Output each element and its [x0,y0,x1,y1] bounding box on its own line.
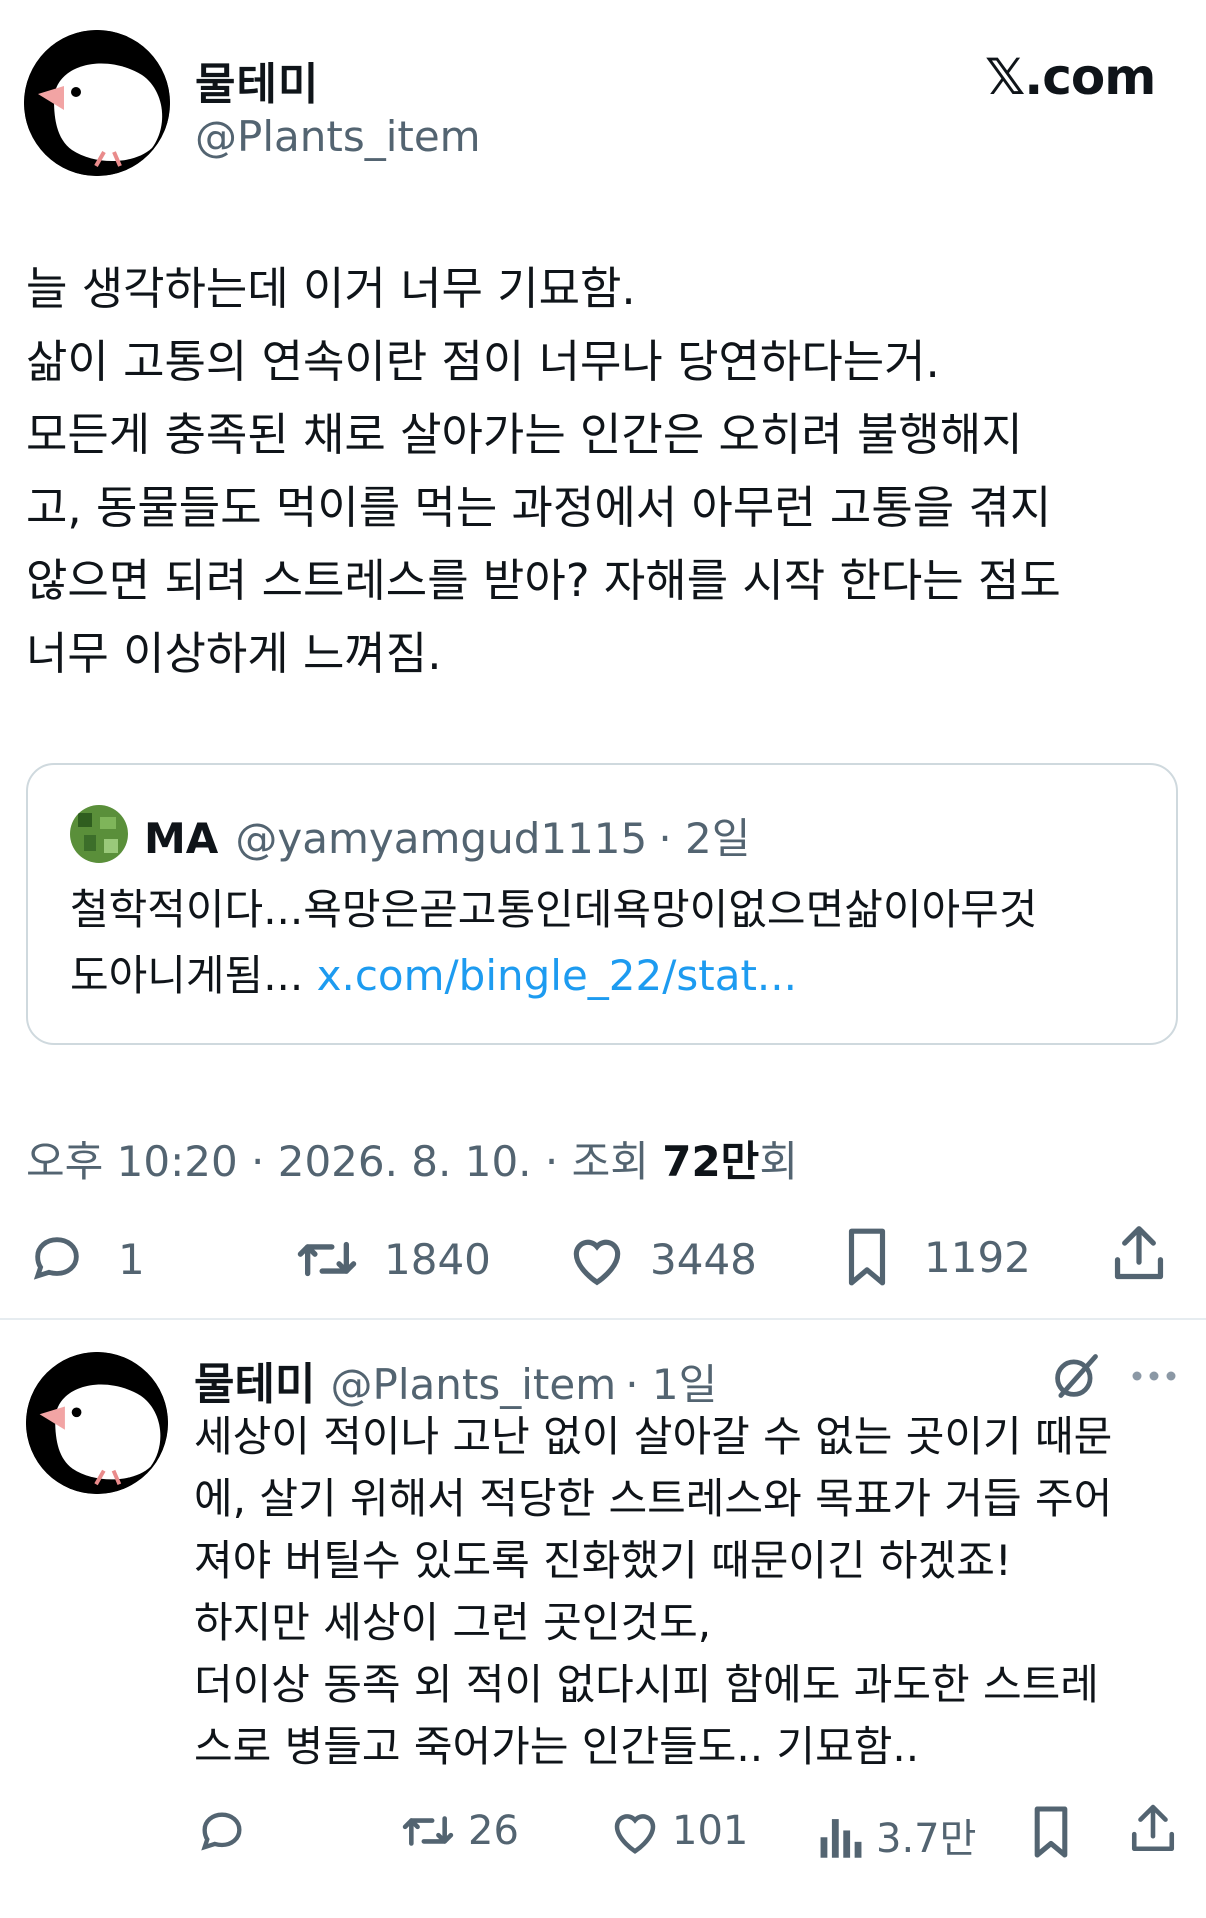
section-divider [0,1318,1206,1320]
reply-like-button[interactable]: 101 [608,1806,748,1856]
reply-count: 1 [118,1234,145,1284]
view-count: 72만 [662,1137,760,1186]
quote-time: · 2일 [658,814,751,863]
reply-text: 세상이 적이나 고난 없이 살아갈 수 없는 곳이기 때문 에, 살기 위해서 … [194,1412,1113,1771]
x-com-brand: 𝕏.com [985,48,1156,106]
reply-like-count: 101 [672,1808,749,1854]
tweet-text: 늘 생각하는데 이거 너무 기묘함. 삶이 고통의 연속이란 점이 너무나 당연… [26,262,1061,680]
reply-time: · 1일 [625,1360,718,1409]
reply-retweet-button[interactable]: 26 [398,1806,519,1856]
quote-author-name[interactable]: MA [144,814,218,863]
bookmark-icon [1034,1806,1068,1858]
reply-author-name[interactable]: 물테미 [194,1359,315,1410]
share-button[interactable] [1110,1224,1168,1286]
bookmark-count: 1192 [924,1232,1031,1282]
share-icon [1131,1804,1175,1852]
reply-author-handle[interactable]: @Plants_item [331,1360,617,1409]
reply-reply-button[interactable] [196,1806,248,1858]
view-suffix: 회 [759,1137,798,1186]
like-button[interactable]: 3448 [566,1230,757,1288]
author-name[interactable]: 물테미 [195,48,319,112]
speech-bubble-icon [201,1812,242,1851]
timestamp-text: 오후 10:20 · 2026. 8. 10. · 조회 [26,1137,663,1186]
author-avatar[interactable] [24,30,170,176]
reply-retweet-count: 26 [468,1808,519,1854]
like-count: 3448 [650,1234,757,1284]
grok-slash-icon[interactable] [1050,1350,1102,1406]
quoted-tweet-card[interactable]: MA @yamyamgud1115 · 2일 철학적이다...욕망은곧고통인데욕… [26,763,1178,1045]
reply-views-button[interactable]: 3.7만 [818,1806,976,1864]
retweet-icon [402,1816,454,1846]
speech-bubble-icon [33,1237,79,1280]
heart-icon [573,1239,621,1286]
reply-author-avatar[interactable] [26,1352,168,1494]
quote-text: 철학적이다...욕망은곧고통인데욕망이없으면삶이아무것 도아니게됨... x.c… [70,877,1150,1009]
reply-bookmark-button[interactable] [1028,1804,1074,1860]
reply-button[interactable]: 1 [28,1230,145,1288]
heart-icon [614,1814,656,1854]
retweet-count: 1840 [384,1234,491,1284]
reply-share-button[interactable] [1128,1802,1178,1858]
more-dots-icon[interactable] [1130,1368,1178,1387]
bookmark-icon [848,1228,886,1286]
tweet-timestamp[interactable]: 오후 10:20 · 2026. 8. 10. · 조회 72만회 [26,1128,798,1189]
retweet-button[interactable]: 1840 [292,1230,491,1288]
bookmark-button[interactable]: 1192 [840,1226,1031,1288]
author-handle[interactable]: @Plants_item [195,112,481,161]
share-icon [1114,1226,1164,1280]
bar-chart-icon [820,1819,862,1858]
quote-avatar[interactable] [70,805,128,863]
reply-view-count: 3.7만 [876,1816,977,1862]
quote-link[interactable]: x.com/bingle_22/stat... [317,951,797,1000]
quote-author-handle[interactable]: @yamyamgud1115 [235,814,647,863]
retweet-icon [297,1241,357,1277]
